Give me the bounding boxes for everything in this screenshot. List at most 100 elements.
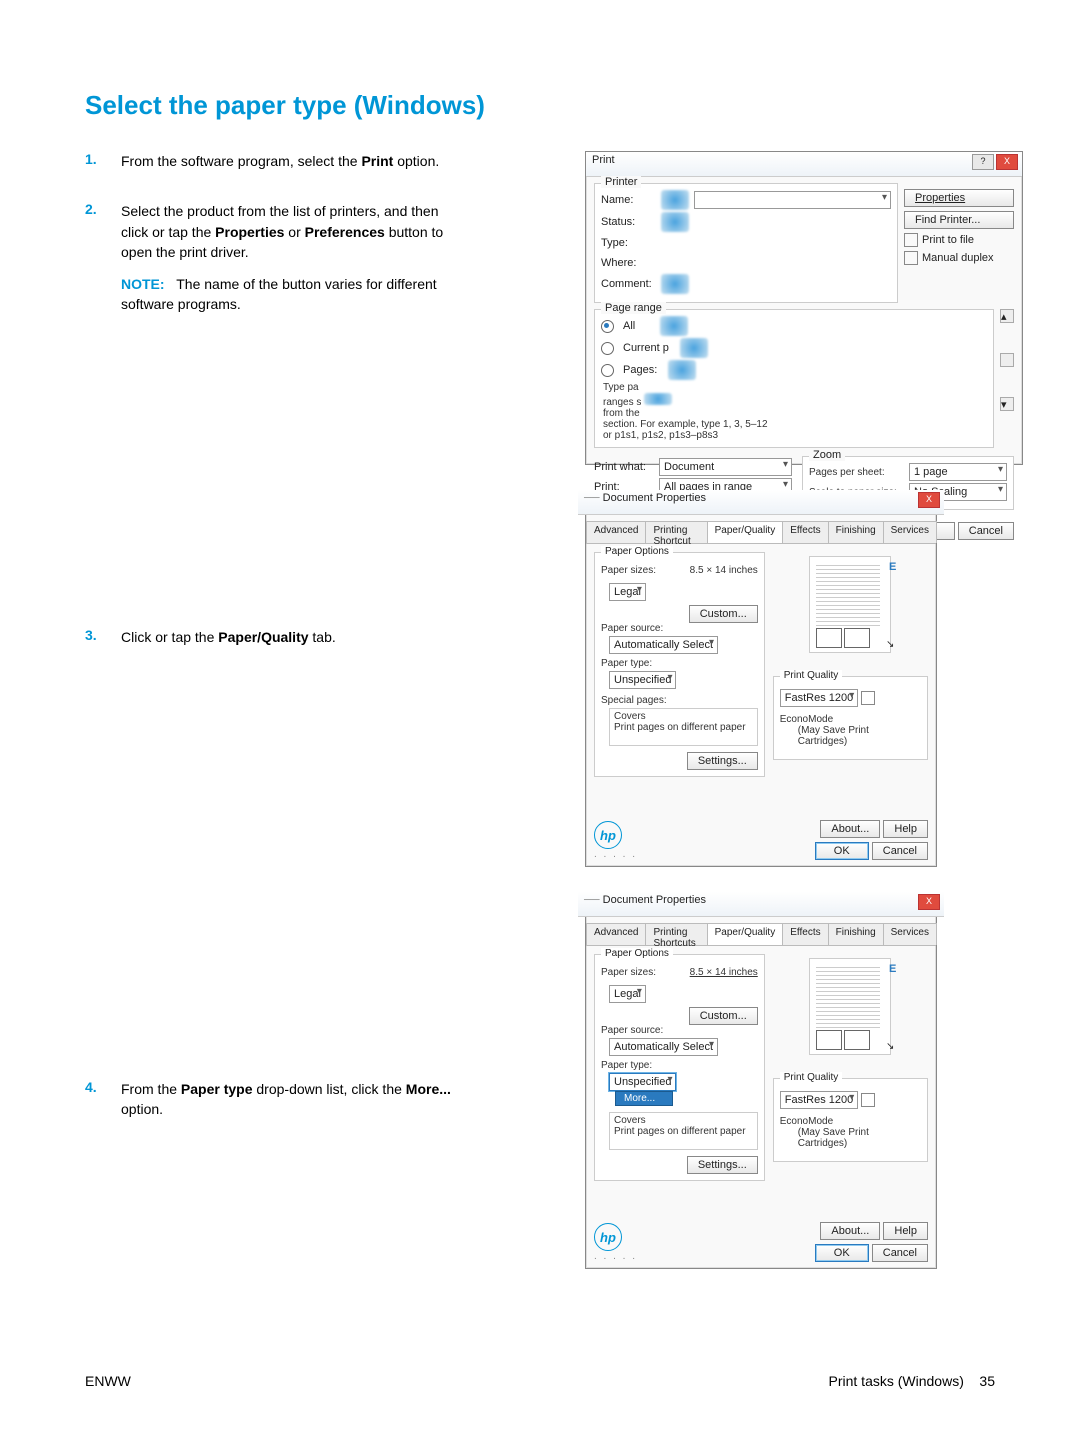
step-text: option. [393, 153, 439, 169]
dialog-title: Document Properties [603, 894, 706, 906]
tab-effects[interactable]: Effects [782, 923, 828, 945]
blur-icon [668, 360, 696, 380]
paper-source-combo[interactable]: Automatically Select [609, 1038, 718, 1056]
list-item[interactable]: Covers [614, 711, 753, 722]
page-title: Select the paper type (Windows) [85, 90, 995, 121]
economode-hint: (May Save Print Cartridges) [798, 1127, 921, 1149]
paper-type-label: Paper type: [601, 658, 758, 669]
tab-finishing[interactable]: Finishing [828, 923, 884, 945]
close-icon[interactable]: X [918, 492, 940, 508]
steps-column: 1. From the software program, select the… [85, 151, 465, 1150]
paper-sizes-label: Paper sizes: [601, 967, 685, 978]
hint-text: ranges s [603, 397, 641, 408]
paper-type-combo[interactable]: Unspecified [609, 671, 676, 689]
step-text: From the [121, 1081, 181, 1097]
preview-icon: E ↘ [809, 556, 891, 653]
step-1: 1. From the software program, select the… [85, 151, 465, 183]
tab-services[interactable]: Services [883, 923, 937, 945]
pps-combo[interactable]: 1 page [909, 463, 1007, 481]
paper-type-label: Paper type: [601, 1060, 758, 1071]
hint-text: or p1s1, p1s2, p1s3–p8s3 [603, 430, 718, 441]
figure-print-dialog: Print ? X Printer Name: Status: T [585, 151, 995, 465]
figure-doc-props-1: ── Document Properties X Advanced Printi… [585, 495, 995, 867]
dots: . . . . . [594, 1251, 637, 1262]
step-4: 4. From the Paper type drop-down list, c… [85, 1079, 465, 1132]
print-quality-label: Print Quality [780, 1072, 842, 1083]
step-text: Click or tap the [121, 629, 218, 645]
close-icon[interactable]: X [918, 894, 940, 910]
special-pages-label: Special pages: [601, 695, 758, 706]
tab-printing-shortcut[interactable]: Printing Shortcut [645, 521, 707, 543]
ok-button[interactable]: OK [815, 1244, 869, 1262]
tab-strip: Advanced Printing Shortcuts Paper/Qualit… [586, 923, 936, 946]
about-button[interactable]: About... [820, 1222, 880, 1240]
help-button[interactable]: Help [883, 1222, 928, 1240]
tab-effects[interactable]: Effects [782, 521, 828, 543]
note-text: The name of the button varies for differ… [121, 276, 437, 312]
preview-icon: E ↘ [809, 958, 891, 1055]
print-what-combo[interactable]: Document [659, 458, 792, 476]
cancel-button[interactable]: Cancel [872, 1244, 928, 1262]
all-radio[interactable] [601, 320, 614, 333]
tab-printing-shortcuts[interactable]: Printing Shortcuts [645, 923, 707, 945]
document-properties-dialog: ── Document Properties X Advanced Printi… [585, 495, 937, 867]
list-item[interactable]: Print pages on different paper [614, 1126, 753, 1137]
properties-button[interactable]: Properties [904, 189, 1014, 207]
paper-size-hint: 8.5 × 14 inches [690, 565, 758, 576]
tab-advanced[interactable]: Advanced [586, 521, 646, 543]
printer-name-combo[interactable] [694, 191, 891, 209]
paper-type-combo[interactable]: Unspecified [609, 1073, 676, 1091]
step-bold: Print [361, 153, 393, 169]
dropdown-item-more[interactable]: More... [615, 1091, 673, 1106]
list-item[interactable]: Covers [614, 1115, 753, 1126]
print-quality-combo[interactable]: FastRes 1200 [780, 1091, 858, 1109]
step-text: option. [121, 1101, 163, 1117]
tab-paper-quality[interactable]: Paper/Quality [707, 923, 784, 945]
step-number: 1. [85, 151, 121, 183]
dialog-title: Document Properties [603, 492, 706, 504]
footer-left: ENWW [85, 1373, 131, 1389]
custom-button[interactable]: Custom... [689, 1007, 758, 1025]
where-label: Where: [601, 257, 656, 269]
settings-button[interactable]: Settings... [687, 1156, 758, 1174]
name-label: Name: [601, 194, 656, 206]
status-label: Status: [601, 216, 656, 228]
pages-radio[interactable] [601, 364, 614, 377]
printer-icon [661, 190, 689, 210]
current-label: Current p [623, 342, 669, 354]
paper-sizes-label: Paper sizes: [601, 565, 685, 576]
help-icon[interactable]: ? [972, 154, 994, 170]
paper-options-label: Paper Options [601, 546, 673, 557]
cancel-button[interactable]: Cancel [958, 522, 1014, 540]
page-footer: ENWW Print tasks (Windows) 35 [85, 1373, 995, 1389]
paper-size-combo[interactable]: Legal [609, 985, 646, 1003]
list-item[interactable]: Print pages on different paper [614, 722, 753, 733]
ok-button[interactable]: OK [815, 842, 869, 860]
print-quality-label: Print Quality [780, 670, 842, 681]
page-range-section: Page range [601, 302, 666, 314]
help-button[interactable]: Help [883, 820, 928, 838]
cancel-button[interactable]: Cancel [872, 842, 928, 860]
print-quality-combo[interactable]: FastRes 1200 [780, 689, 858, 707]
find-printer-button[interactable]: Find Printer... [904, 211, 1014, 229]
settings-button[interactable]: Settings... [687, 752, 758, 770]
tab-services[interactable]: Services [883, 521, 937, 543]
manual-duplex-checkbox[interactable]: Manual duplex [904, 251, 1014, 265]
printer-section-label: Printer [601, 176, 641, 188]
paper-size-combo[interactable]: Legal [609, 583, 646, 601]
pps-label: Pages per sheet: [809, 467, 904, 478]
blur-icon [644, 393, 672, 405]
current-radio[interactable] [601, 342, 614, 355]
print-to-file-checkbox[interactable]: Print to file [904, 233, 1014, 247]
close-icon[interactable]: X [996, 154, 1018, 170]
paper-source-combo[interactable]: Automatically Select [609, 636, 718, 654]
print-dialog: Print ? X Printer Name: Status: T [585, 151, 1023, 465]
custom-button[interactable]: Custom... [689, 605, 758, 623]
tab-advanced[interactable]: Advanced [586, 923, 646, 945]
step-text: drop-down list, click the [253, 1081, 406, 1097]
tab-finishing[interactable]: Finishing [828, 521, 884, 543]
note-label: NOTE: [121, 276, 165, 292]
about-button[interactable]: About... [820, 820, 880, 838]
paper-size-hint: 8.5 × 14 inches [690, 967, 758, 978]
tab-paper-quality[interactable]: Paper/Quality [707, 521, 784, 543]
